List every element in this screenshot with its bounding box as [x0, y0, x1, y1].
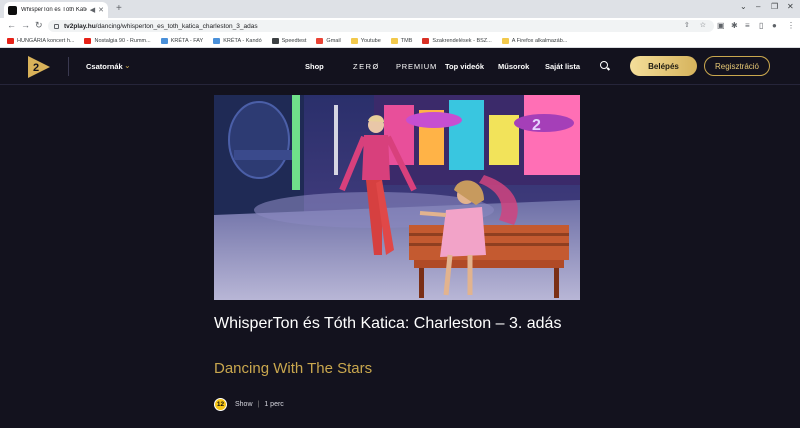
nav-shop[interactable]: Shop — [305, 62, 324, 71]
new-tab-icon[interactable]: + — [116, 3, 122, 14]
bookmark-label: Youtube — [360, 37, 381, 44]
bookmark-label: Nostalgia 90 - Rumm... — [94, 37, 151, 44]
tv2play-favicon-icon — [8, 5, 17, 15]
reload-icon[interactable]: ↻ — [35, 20, 43, 31]
nav-top-videos[interactable]: Top videók — [445, 62, 484, 71]
bookmark-favicon-icon — [84, 37, 92, 44]
bookmark-label: Szakrendelések - BSZ... — [432, 37, 492, 44]
bookmark-favicon-icon — [271, 37, 279, 44]
bookmark-item[interactable]: A Firefox alkalmazáb... — [501, 37, 568, 44]
tab-title: WhisperTon és Tóth Katica: Ch — [21, 7, 87, 13]
bookmark-favicon-icon — [160, 37, 168, 44]
show-name-link[interactable]: Dancing With The Stars — [214, 360, 372, 377]
chevron-down-icon[interactable]: ⌄ — [124, 61, 131, 70]
bookmark-favicon-icon — [501, 37, 509, 44]
chevron-down-icon[interactable]: ⌄ — [740, 2, 747, 11]
speaker-icon[interactable]: ◀ — [90, 6, 95, 14]
register-button[interactable]: Regisztráció — [704, 56, 770, 76]
browser-tab[interactable]: WhisperTon és Tóth Katica: Ch ◀ ✕ — [4, 2, 108, 18]
close-window-icon[interactable]: ✕ — [787, 2, 794, 11]
bookmark-favicon-icon — [422, 37, 430, 44]
kebab-menu-icon[interactable]: ⋮ — [787, 21, 795, 30]
back-icon[interactable]: ← — [7, 20, 16, 30]
url-text: tv2play.hu/dancing/whisperton_es_toth_ka… — [64, 22, 258, 30]
media-icon[interactable]: ≡ — [745, 21, 750, 30]
video-meta: 12 Show | 1 perc — [214, 398, 284, 411]
bookmark-label: TMB — [400, 37, 413, 44]
nav-my-list[interactable]: Saját lista — [545, 62, 580, 71]
bookmark-favicon-icon — [390, 37, 398, 44]
sidepanel-icon[interactable]: ▯ — [759, 21, 763, 30]
bookmark-favicon-icon — [316, 37, 324, 44]
nav-zero[interactable]: ZERØ — [353, 62, 380, 71]
video-thumbnail[interactable]: 2 — [214, 95, 580, 300]
address-bar[interactable]: tv2play.hu/dancing/whisperton_es_toth_ka… — [48, 20, 714, 32]
browser-toolbar: ← → ↻ tv2play.hu/dancing/whisperton_es_t… — [0, 18, 800, 34]
bookmark-star-icon[interactable]: ⇧ ☆ — [684, 21, 710, 29]
bookmark-item[interactable]: Speedtest — [271, 37, 307, 44]
site-header: 2 Csatornák ⌄ Shop ZERØ PREMIUM Top vide… — [0, 48, 800, 85]
tv2-logo-icon[interactable]: 2 — [26, 54, 52, 80]
login-button[interactable]: Belépés — [630, 56, 697, 76]
extension-red-icon[interactable]: ▣ — [717, 21, 725, 30]
browser-tabstrip: WhisperTon és Tóth Katica: Ch ◀ ✕ + ⌄ – … — [0, 0, 800, 18]
bookmark-label: Speedtest — [281, 37, 307, 44]
profile-avatar-icon[interactable]: ● — [772, 21, 777, 30]
minimize-icon[interactable]: – — [756, 2, 760, 11]
forward-icon[interactable]: → — [21, 20, 30, 30]
bookmark-item[interactable]: Youtube — [350, 37, 381, 44]
bookmark-label: A Firefox alkalmazáb... — [511, 37, 568, 44]
meta-separator: | — [257, 401, 260, 408]
bookmark-item[interactable]: Nostalgia 90 - Rumm... — [84, 37, 151, 44]
nav-shows[interactable]: Műsorok — [498, 62, 529, 71]
episode-title: WhisperTon és Tóth Katica: Charleston – … — [214, 315, 562, 332]
bookmark-item[interactable]: TMB — [390, 37, 413, 44]
bookmark-item[interactable]: Gmail — [316, 37, 341, 44]
video-duration: 1 perc — [264, 401, 284, 408]
channels-menu[interactable]: Csatornák — [86, 62, 123, 71]
header-divider — [68, 57, 69, 76]
bookmark-favicon-icon — [7, 37, 14, 44]
close-tab-icon[interactable]: ✕ — [98, 6, 104, 14]
video-still-image: 2 — [214, 95, 580, 300]
bookmark-label: Gmail — [326, 37, 341, 44]
video-category: Show — [235, 401, 253, 408]
puzzle-icon[interactable]: ✱ — [731, 21, 738, 30]
bookmark-label: KRÉTA - FAY — [170, 37, 204, 44]
nav-premium[interactable]: PREMIUM — [396, 62, 437, 71]
bookmark-favicon-icon — [350, 37, 358, 44]
maximize-icon[interactable]: ❐ — [771, 2, 778, 11]
bookmark-item[interactable]: KRÉTA - Kandó — [213, 37, 262, 44]
bookmark-label: HUNGÁRIA koncert h... — [17, 37, 75, 44]
svg-text:2: 2 — [532, 117, 541, 134]
lock-icon — [54, 23, 59, 29]
search-icon[interactable] — [600, 61, 608, 69]
bookmark-item[interactable]: HUNGÁRIA koncert h... — [7, 37, 75, 44]
bookmark-label: KRÉTA - Kandó — [223, 37, 262, 44]
age-rating-badge: 12 — [214, 398, 227, 411]
bookmark-item[interactable]: KRÉTA - FAY — [160, 37, 204, 44]
svg-text:2: 2 — [33, 62, 39, 74]
bookmark-item[interactable]: Szakrendelések - BSZ... — [422, 37, 492, 44]
bookmarks-bar: HUNGÁRIA koncert h... Nostalgia 90 - Rumm… — [0, 34, 800, 48]
bookmark-favicon-icon — [213, 37, 221, 44]
